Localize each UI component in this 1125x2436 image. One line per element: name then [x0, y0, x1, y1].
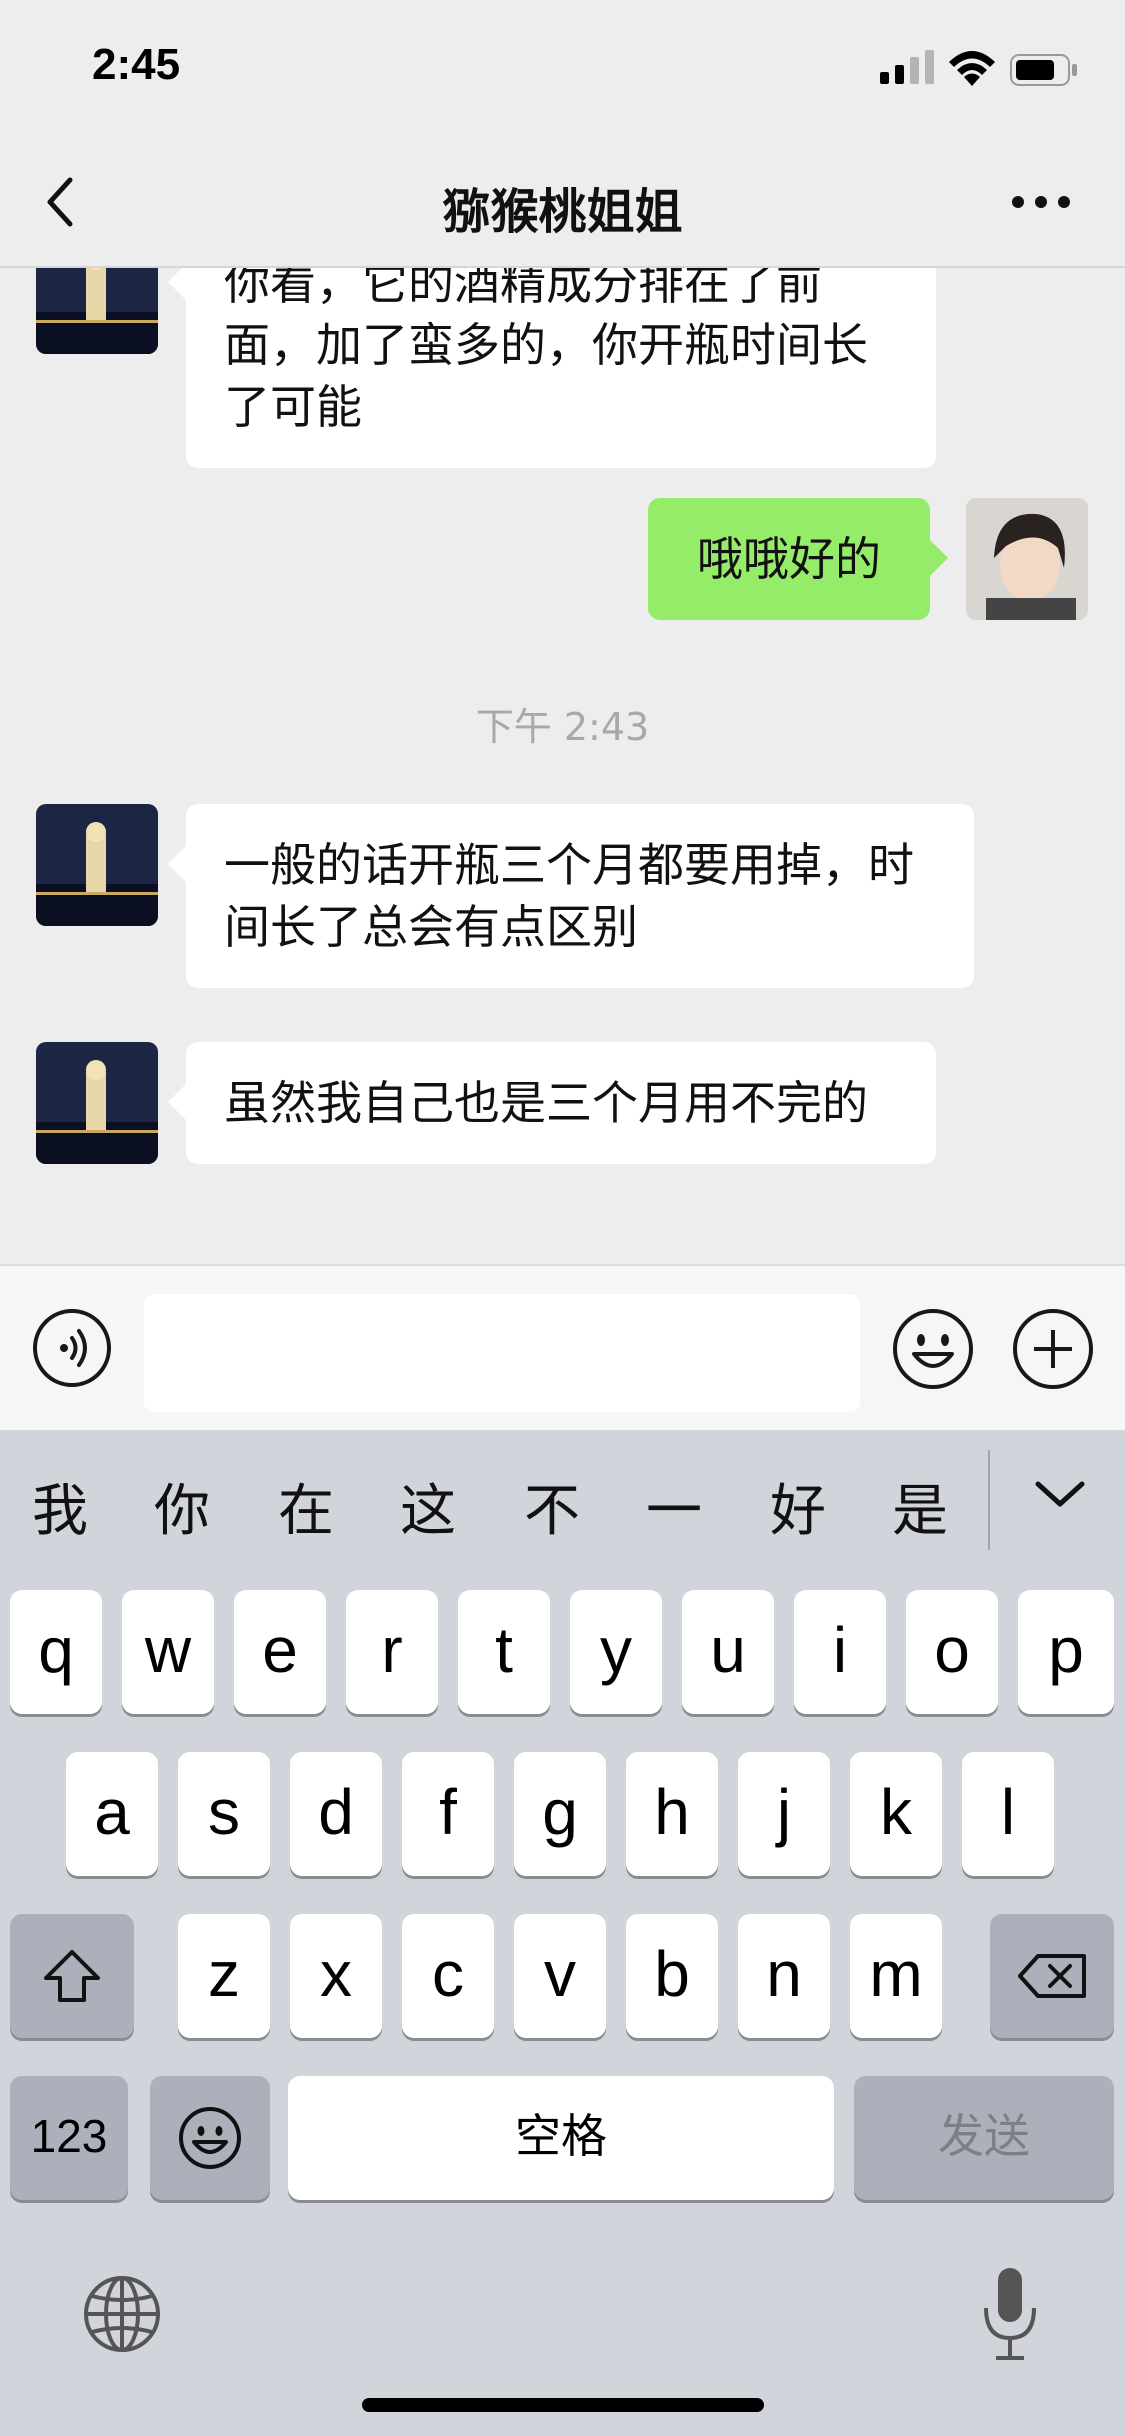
candidate-bar: 我 你 在 这 不 一 好 是 — [0, 1430, 1125, 1570]
input-bar — [0, 1264, 1125, 1432]
key-o[interactable]: o — [906, 1590, 998, 1714]
chevron-down-icon[interactable] — [1030, 1474, 1090, 1514]
key-t[interactable]: t — [458, 1590, 550, 1714]
navigation-bar: 猕猴桃姐姐 — [0, 140, 1125, 268]
key-m[interactable]: m — [850, 1914, 942, 2038]
numbers-key[interactable]: 123 — [10, 2076, 128, 2200]
candidate-word[interactable]: 一 — [634, 1466, 714, 1547]
more-options-icon[interactable] — [1010, 190, 1072, 214]
candidate-word[interactable]: 你 — [142, 1466, 222, 1547]
message-bubble-received[interactable]: 一般的话开瓶三个月都要用掉，时间长了总会有点区别 — [168, 804, 974, 988]
status-time: 2:45 — [92, 40, 181, 89]
candidate-word[interactable]: 这 — [388, 1466, 468, 1547]
shift-key[interactable] — [10, 1914, 134, 2038]
key-u[interactable]: u — [682, 1590, 774, 1714]
key-f[interactable]: f — [402, 1752, 494, 1876]
key-r[interactable]: r — [346, 1590, 438, 1714]
more-functions-plus-icon[interactable] — [1012, 1308, 1094, 1390]
home-indicator[interactable] — [362, 2398, 764, 2412]
contact-avatar[interactable] — [36, 804, 158, 926]
my-avatar[interactable] — [966, 498, 1088, 620]
key-e[interactable]: e — [234, 1590, 326, 1714]
key-s[interactable]: s — [178, 1752, 270, 1876]
message-bubble-received[interactable]: 虽然我自己也是三个月用不完的 — [168, 1042, 936, 1164]
emoji-icon — [179, 2107, 241, 2169]
backspace-key[interactable] — [990, 1914, 1114, 2038]
key-i[interactable]: i — [794, 1590, 886, 1714]
key-v[interactable]: v — [514, 1914, 606, 2038]
space-key[interactable]: 空格 — [288, 2076, 834, 2200]
candidate-word[interactable]: 好 — [758, 1466, 838, 1547]
candidate-divider — [988, 1450, 990, 1550]
key-x[interactable]: x — [290, 1914, 382, 2038]
key-d[interactable]: d — [290, 1752, 382, 1876]
contact-avatar[interactable] — [36, 1042, 158, 1164]
chat-title: 猕猴桃姐姐 — [442, 184, 683, 240]
message-input[interactable] — [144, 1294, 860, 1412]
voice-input-icon[interactable] — [32, 1308, 112, 1388]
emoji-key[interactable] — [150, 2076, 270, 2200]
key-p[interactable]: p — [1018, 1590, 1114, 1714]
key-g[interactable]: g — [514, 1752, 606, 1876]
message-list[interactable]: 你看，它的酒精成分排在了前面，加了蛮多的，你开瓶时间长了可能 哦哦好的 下午 2… — [0, 268, 1125, 1264]
wifi-icon — [949, 51, 995, 86]
microphone-icon[interactable] — [980, 2266, 1040, 2362]
key-c[interactable]: c — [402, 1914, 494, 2038]
candidate-word[interactable]: 不 — [512, 1466, 592, 1547]
key-a[interactable]: a — [66, 1752, 158, 1876]
key-j[interactable]: j — [738, 1752, 830, 1876]
battery-icon — [1010, 54, 1077, 86]
key-b[interactable]: b — [626, 1914, 718, 2038]
key-w[interactable]: w — [122, 1590, 214, 1714]
message-timestamp: 下午 2:43 — [475, 705, 650, 749]
status-bar: 2:45 — [0, 0, 1125, 140]
send-key[interactable]: 发送 — [854, 2076, 1114, 2200]
key-h[interactable]: h — [626, 1752, 718, 1876]
key-k[interactable]: k — [850, 1752, 942, 1876]
shift-icon — [44, 1950, 100, 2002]
key-l[interactable]: l — [962, 1752, 1054, 1876]
keyboard: 我 你 在 这 不 一 好 是 q w e r t y u i o p a s … — [0, 1430, 1125, 2436]
key-q[interactable]: q — [10, 1590, 102, 1714]
cellular-signal-icon — [880, 50, 934, 84]
key-z[interactable]: z — [178, 1914, 270, 2038]
candidate-word[interactable]: 在 — [266, 1466, 346, 1547]
message-bubble-received[interactable]: 你看，它的酒精成分排在了前面，加了蛮多的，你开瓶时间长了可能 — [168, 268, 936, 468]
contact-avatar[interactable] — [36, 268, 158, 354]
message-bubble-sent[interactable]: 哦哦好的 — [648, 498, 948, 620]
emoji-icon[interactable] — [892, 1308, 974, 1390]
backspace-icon — [1018, 1954, 1086, 1998]
candidate-word[interactable]: 是 — [880, 1466, 960, 1547]
key-n[interactable]: n — [738, 1914, 830, 2038]
candidate-word[interactable]: 我 — [20, 1466, 100, 1547]
globe-icon[interactable] — [82, 2274, 162, 2354]
key-y[interactable]: y — [570, 1590, 662, 1714]
